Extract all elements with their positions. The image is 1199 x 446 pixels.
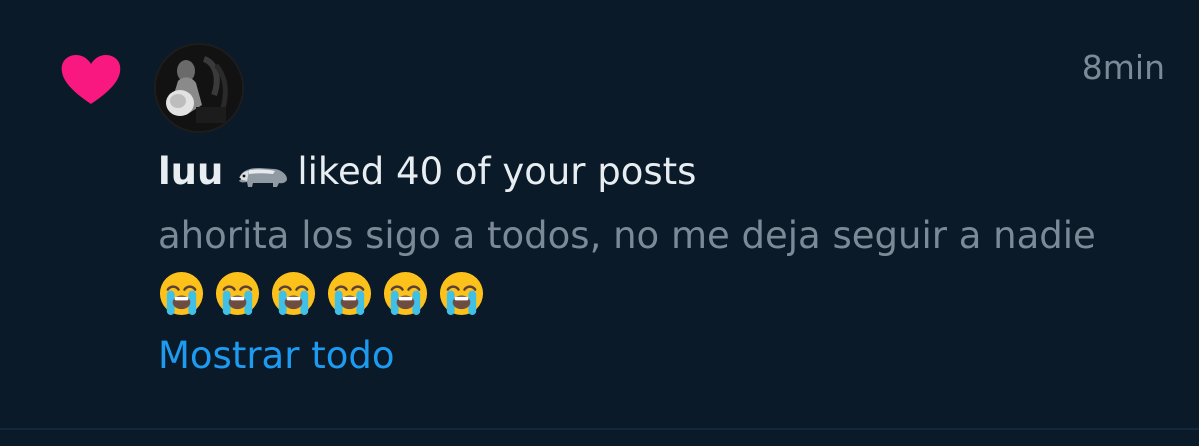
action-text: liked 40 of your posts xyxy=(297,150,697,193)
loudly-crying-face-icon xyxy=(159,271,204,316)
username[interactable]: luu xyxy=(158,150,223,193)
loudly-crying-face-icon xyxy=(271,271,316,316)
timestamp: 8min xyxy=(1081,48,1165,87)
loudly-crying-face-icon xyxy=(439,271,484,316)
loudly-crying-face-icon xyxy=(383,271,428,316)
show-all-link[interactable]: Mostrar todo xyxy=(158,334,394,377)
message-preview: ahorita los sigo a todos, no me deja seg… xyxy=(158,214,1096,257)
avatar-image xyxy=(156,45,242,131)
divider xyxy=(0,428,1199,430)
notification-headline: luu liked 40 of your posts xyxy=(158,150,696,193)
loudly-crying-face-icon xyxy=(215,271,260,316)
avatar[interactable] xyxy=(154,43,244,133)
heart-icon xyxy=(61,55,121,104)
loudly-crying-face-icon xyxy=(327,271,372,316)
emoji-row xyxy=(158,270,485,317)
like-notification[interactable]: 8min luu liked 40 of your posts ahorita … xyxy=(0,0,1199,428)
badger-icon xyxy=(238,167,288,187)
